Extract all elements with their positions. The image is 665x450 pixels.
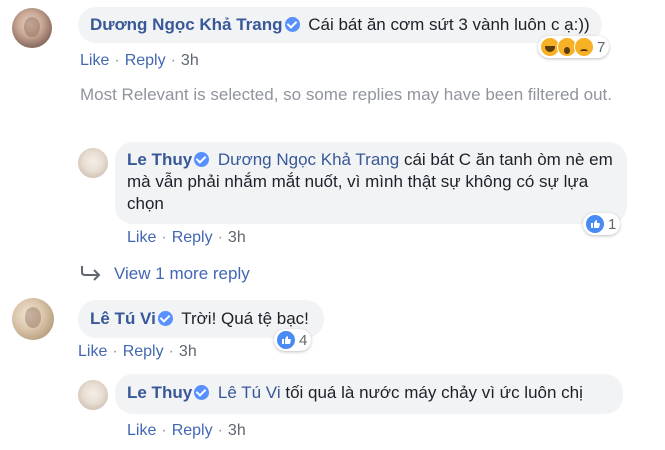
commenter-name[interactable]: Le Thuy xyxy=(127,150,192,169)
comment-actions: Like · Reply · 3h xyxy=(80,52,199,70)
separator: · xyxy=(217,422,223,439)
mention-link[interactable]: Lê Tú Vi xyxy=(218,383,281,402)
like-link[interactable]: Like xyxy=(127,229,156,246)
commenter-name[interactable]: Le Thuy xyxy=(127,383,192,402)
reaction-count: 7 xyxy=(597,38,606,56)
comment-text: Cái bát ăn cơm sứt 3 vành luôn c ạ:)) xyxy=(308,15,590,34)
like-icon xyxy=(585,214,605,234)
comment-bubble: Dương Ngọc Khả Trang Cái bát ăn cơm sứt … xyxy=(78,7,602,43)
separator: · xyxy=(161,422,167,439)
avatar-face xyxy=(24,16,40,37)
comment-actions: Like · Reply · 3h xyxy=(127,229,246,247)
verified-badge-icon xyxy=(157,311,173,326)
reply-arrow-icon xyxy=(81,266,101,281)
avatar-face xyxy=(24,307,42,329)
reaction-summary[interactable]: 1 xyxy=(583,213,621,235)
timestamp[interactable]: 3h xyxy=(181,52,199,69)
separator: · xyxy=(112,343,118,360)
like-link[interactable]: Like xyxy=(80,52,109,69)
avatar[interactable] xyxy=(12,8,52,48)
reply-bubble: Le Thuy Dương Ngọc Khả Trang cái bát C ă… xyxy=(115,142,627,224)
reaction-summary[interactable]: 7 xyxy=(538,36,610,58)
reply-link[interactable]: Reply xyxy=(123,343,164,360)
reaction-count: 1 xyxy=(608,215,617,233)
avatar[interactable] xyxy=(78,148,108,178)
view-more-label[interactable]: View 1 more reply xyxy=(114,264,250,283)
comment-text: tối quá là nước máy chảy vì ức luôn chị xyxy=(285,383,583,402)
like-icon xyxy=(276,330,296,350)
separator: · xyxy=(168,343,174,360)
commenter-name[interactable]: Dương Ngọc Khả Trang xyxy=(90,15,283,34)
reply-link[interactable]: Reply xyxy=(125,52,166,69)
timestamp[interactable]: 3h xyxy=(228,229,246,246)
view-more-replies[interactable]: View 1 more reply xyxy=(80,264,250,284)
reply-link[interactable]: Reply xyxy=(172,229,213,246)
separator: · xyxy=(161,229,167,246)
avatar[interactable] xyxy=(12,298,54,340)
verified-badge-icon xyxy=(284,17,300,32)
filter-note: Most Relevant is selected, so some repli… xyxy=(80,85,612,104)
reply-link[interactable]: Reply xyxy=(172,422,213,439)
verified-badge-icon xyxy=(194,152,210,167)
reaction-summary[interactable]: 4 xyxy=(274,329,312,351)
timestamp[interactable]: 3h xyxy=(228,422,246,439)
like-link[interactable]: Like xyxy=(78,343,107,360)
separator: · xyxy=(170,52,176,69)
comment-actions: Like · Reply · 3h xyxy=(127,422,246,440)
commenter-name[interactable]: Lê Tú Vi xyxy=(90,309,156,328)
verified-badge-icon xyxy=(194,385,210,400)
like-link[interactable]: Like xyxy=(127,422,156,439)
separator: · xyxy=(114,52,120,69)
reaction-count: 4 xyxy=(299,331,308,349)
mention-link[interactable]: Dương Ngọc Khả Trang xyxy=(218,150,399,169)
comment-text: Trời! Quá tệ bạc! xyxy=(181,309,309,328)
reply-bubble: Le Thuy Lê Tú Vi tối quá là nước máy chả… xyxy=(115,374,623,414)
timestamp[interactable]: 3h xyxy=(179,343,197,360)
avatar[interactable] xyxy=(78,380,108,410)
sad-icon xyxy=(574,37,594,57)
comment-actions: Like · Reply · 3h xyxy=(78,343,197,361)
separator: · xyxy=(217,229,223,246)
